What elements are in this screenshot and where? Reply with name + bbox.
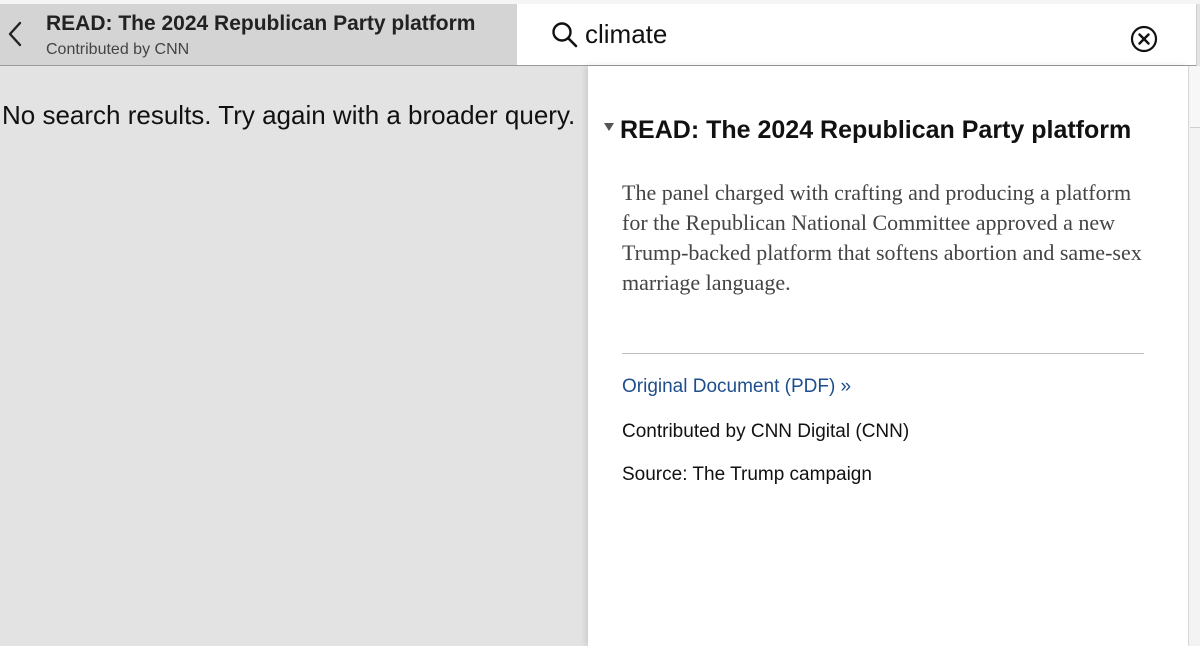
close-circle-icon[interactable] [1129, 24, 1159, 54]
document-bar: READ: The 2024 Republican Party platform… [0, 4, 517, 66]
info-title: READ: The 2024 Republican Party platform [620, 116, 1132, 144]
document-title: READ: The 2024 Republican Party platform [46, 12, 476, 35]
header: READ: The 2024 Republican Party platform… [0, 0, 1200, 66]
document-source: Source: The Trump campaign [622, 464, 872, 485]
divider [622, 353, 1144, 354]
page-scrollbar[interactable] [1188, 66, 1200, 646]
back-button[interactable] [0, 14, 30, 54]
page-scrollbar-thumb[interactable] [1190, 66, 1200, 128]
info-title-toggle[interactable]: READ: The 2024 Republican Party platform [604, 116, 1131, 145]
document-contributor: Contributed by CNN [46, 41, 190, 58]
search-input[interactable] [585, 14, 1105, 54]
search-icon [552, 22, 578, 48]
document-info-panel: READ: The 2024 Republican Party platform… [588, 66, 1188, 646]
triangle-down-icon [604, 122, 614, 131]
contributed-by: Contributed by CNN Digital (CNN) [622, 421, 910, 442]
no-results-message: No search results. Try again with a broa… [2, 100, 576, 130]
document-viewer: READ: The 2024 Republican Party platform… [0, 0, 1200, 646]
search-bar [517, 4, 1197, 66]
chevron-left-icon [8, 21, 22, 47]
document-description: The panel charged with crafting and prod… [622, 180, 1142, 295]
search-results-panel: No search results. Try again with a broa… [0, 66, 588, 646]
original-document-link[interactable]: Original Document (PDF) » [622, 376, 851, 398]
